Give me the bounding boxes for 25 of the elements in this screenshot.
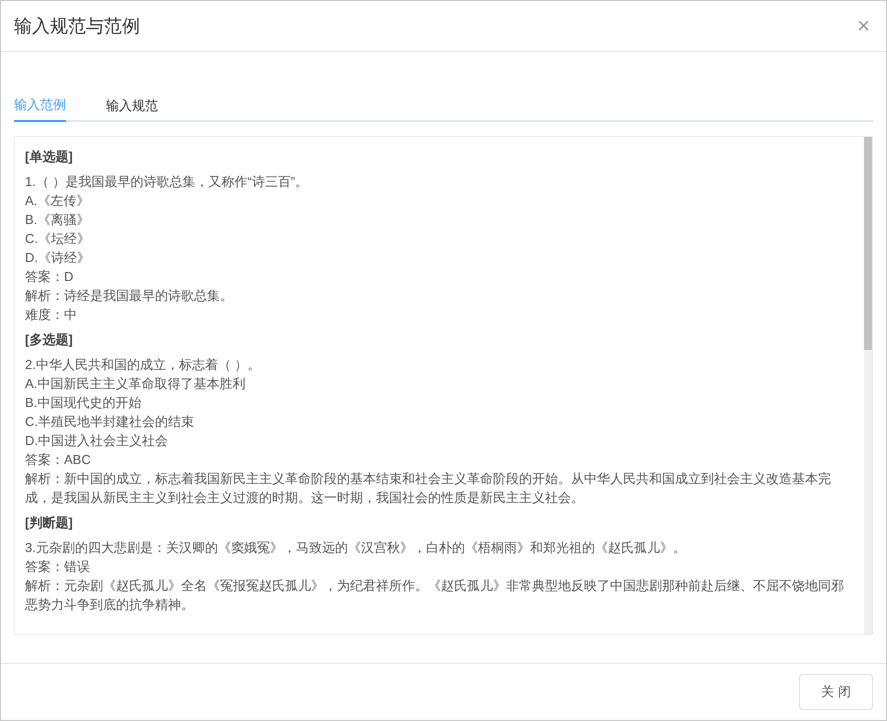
example-line: C.《坛经》 <box>25 230 91 248</box>
example-line: 答案：错误 <box>25 558 91 576</box>
example-line: D.《诗经》 <box>25 249 91 267</box>
example-line: A.《左传》 <box>25 192 90 210</box>
tab[interactable]: 输入规范 <box>106 90 158 122</box>
example-line: 2.中华人民共和国的成立，标志着（ ）。 <box>25 356 262 374</box>
dialog-title: 输入规范与范例 <box>14 14 140 38</box>
example-line: 解析：元杂剧《赵氏孤儿》全名《冤报冤赵氏孤儿》，为纪君祥所作。《赵氏孤儿》非常典型地反映了中国悲剧那种前赴后继、不屈不饶地同邪恶势力斗争到底的抗争精神。 <box>25 577 845 614</box>
scrollbar-thumb[interactable] <box>864 137 872 350</box>
example-line: 3.元杂剧的四大悲剧是：关汉卿的《窦娥冤》，马致远的《汉宫秋》，白朴的《梧桐雨》和郑光祖的《赵氏孤儿》。 <box>25 539 687 557</box>
example-line: 答案：D <box>25 268 74 286</box>
section-heading: [判断题] <box>25 514 74 532</box>
section-heading: [多选题] <box>25 331 74 349</box>
example-line: 1.（ ）是我国最早的诗歌总集，又称作“诗三百”。 <box>25 173 310 191</box>
example-line: B.中国现代史的开始 <box>25 394 142 412</box>
section-heading: [单选题] <box>25 148 74 166</box>
close-dialog-button[interactable]: 关 闭 <box>799 674 873 710</box>
example-line: A.中国新民主主义革命取得了基本胜利 <box>25 375 246 393</box>
example-line: C.半殖民地半封建社会的结束 <box>25 413 195 431</box>
example-line: 解析：诗经是我国最早的诗歌总集。 <box>25 287 234 305</box>
example-line: D.中国进入社会主义社会 <box>25 432 169 450</box>
example-line: B.《离骚》 <box>25 211 90 229</box>
example-line: 答案：ABC <box>25 451 92 469</box>
example-line: 解析：新中国的成立，标志着我国新民主主义革命阶段的基本结束和社会主义革命阶段的开始。从中华人民共和国成立到社会主义改造基本完成，是我国从新民主主义到社会主义过渡的时期。这一时期，我国社会的性质是新民主主义社会。 <box>25 470 832 507</box>
example-line: 难度：中 <box>25 306 78 324</box>
